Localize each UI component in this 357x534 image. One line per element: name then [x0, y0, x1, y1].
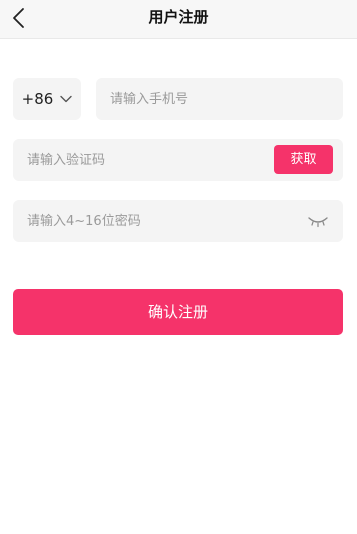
phone-input[interactable]: [96, 78, 343, 120]
password-visibility-toggle[interactable]: [307, 214, 329, 228]
verification-code-input[interactable]: [13, 139, 268, 181]
verification-code-field: 获取: [13, 139, 343, 181]
nav-bar: 用户注册: [0, 0, 357, 39]
back-button[interactable]: [6, 4, 34, 32]
get-code-button[interactable]: 获取: [274, 145, 333, 174]
phone-field: [96, 78, 343, 120]
country-code-selector[interactable]: +86: [13, 78, 81, 120]
eye-closed-icon: [308, 217, 328, 228]
password-input[interactable]: [13, 200, 293, 242]
page-title: 用户注册: [148, 8, 209, 26]
country-code-label: +86: [21, 90, 54, 108]
password-field: [13, 200, 343, 242]
confirm-register-button[interactable]: 确认注册: [13, 289, 343, 335]
register-screen: 用户注册 +86 获取 确认注册: [0, 0, 357, 534]
chevron-down-icon: [60, 95, 73, 103]
chevron-left-icon: [13, 8, 24, 28]
